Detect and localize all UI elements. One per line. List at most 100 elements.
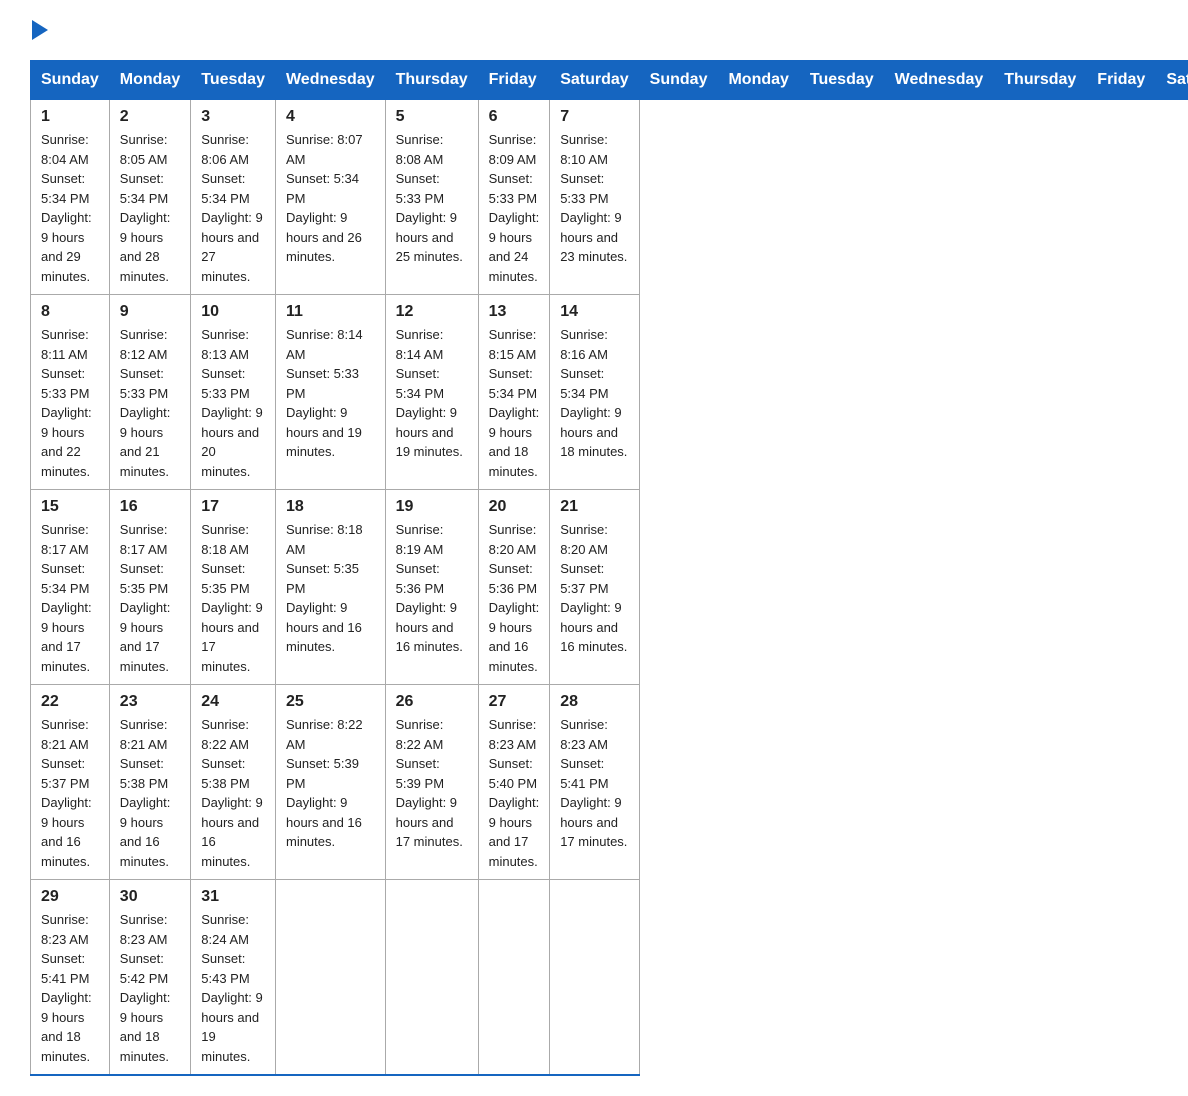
day-info: Sunrise: 8:18 AMSunset: 5:35 PMDaylight:… [201,520,265,676]
header-wednesday: Wednesday [275,61,385,100]
day-info: Sunrise: 8:17 AMSunset: 5:34 PMDaylight:… [41,520,99,676]
day-info: Sunrise: 8:21 AMSunset: 5:37 PMDaylight:… [41,715,99,871]
table-row: 24 Sunrise: 8:22 AMSunset: 5:38 PMDayligh… [191,685,276,880]
table-row: 20Sunrise: 8:20 AMSunset: 5:36 PMDayligh… [478,490,550,685]
calendar-header-row: SundayMondayTuesdayWednesdayThursdayFrid… [31,61,1188,100]
day-number: 6 [489,108,540,126]
table-row: 22 Sunrise: 8:21 AMSunset: 5:37 PMDayligh… [31,685,110,880]
day-number: 5 [396,108,468,126]
day-info: Sunrise: 8:19 AMSunset: 5:36 PMDaylight:… [396,520,468,657]
table-row: 21Sunrise: 8:20 AMSunset: 5:37 PMDayligh… [550,490,639,685]
logo-arrow-icon [32,20,48,40]
header-sunday: Sunday [639,61,718,100]
table-row: 28 Sunrise: 8:23 AMSunset: 5:41 PMDayligh… [550,685,639,880]
table-row: 9 Sunrise: 8:12 AMSunset: 5:33 PMDaylight… [109,295,190,490]
day-number: 12 [396,303,468,321]
day-number: 23 [120,693,180,711]
table-row [478,880,550,1076]
table-row: 11 Sunrise: 8:14 AMSunset: 5:33 PMDayligh… [275,295,385,490]
day-info: Sunrise: 8:23 AMSunset: 5:41 PMDaylight:… [560,715,628,852]
table-row: 13 Sunrise: 8:15 AMSunset: 5:34 PMDayligh… [478,295,550,490]
day-info: Sunrise: 8:18 AMSunset: 5:35 PMDaylight:… [286,520,375,657]
day-number: 24 [201,693,265,711]
day-number: 4 [286,108,375,126]
day-number: 22 [41,693,99,711]
day-number: 19 [396,498,468,516]
day-info: Sunrise: 8:08 AMSunset: 5:33 PMDaylight:… [396,130,468,267]
calendar-table: SundayMondayTuesdayWednesdayThursdayFrid… [30,60,1188,1076]
day-number: 30 [120,888,180,906]
header-thursday: Thursday [994,61,1087,100]
day-info: Sunrise: 8:20 AMSunset: 5:37 PMDaylight:… [560,520,628,657]
header-saturday: Saturday [550,61,639,100]
table-row [385,880,478,1076]
day-info: Sunrise: 8:14 AMSunset: 5:34 PMDaylight:… [396,325,468,462]
day-number: 10 [201,303,265,321]
day-info: Sunrise: 8:22 AMSunset: 5:39 PMDaylight:… [286,715,375,852]
day-info: Sunrise: 8:12 AMSunset: 5:33 PMDaylight:… [120,325,180,481]
day-number: 14 [560,303,628,321]
day-number: 16 [120,498,180,516]
day-info: Sunrise: 8:21 AMSunset: 5:38 PMDaylight:… [120,715,180,871]
day-info: Sunrise: 8:04 AMSunset: 5:34 PMDaylight:… [41,130,99,286]
table-row: 25 Sunrise: 8:22 AMSunset: 5:39 PMDayligh… [275,685,385,880]
week-row-3: 15Sunrise: 8:17 AMSunset: 5:34 PMDayligh… [31,490,1188,685]
day-number: 18 [286,498,375,516]
table-row: 8 Sunrise: 8:11 AMSunset: 5:33 PMDaylight… [31,295,110,490]
day-number: 20 [489,498,540,516]
day-info: Sunrise: 8:07 AMSunset: 5:34 PMDaylight:… [286,130,375,267]
day-info: Sunrise: 8:13 AMSunset: 5:33 PMDaylight:… [201,325,265,481]
week-row-2: 8 Sunrise: 8:11 AMSunset: 5:33 PMDaylight… [31,295,1188,490]
day-info: Sunrise: 8:23 AMSunset: 5:40 PMDaylight:… [489,715,540,871]
table-row: 6 Sunrise: 8:09 AMSunset: 5:33 PMDaylight… [478,100,550,295]
table-row: 26 Sunrise: 8:22 AMSunset: 5:39 PMDayligh… [385,685,478,880]
header-tuesday: Tuesday [799,61,884,100]
day-info: Sunrise: 8:11 AMSunset: 5:33 PMDaylight:… [41,325,99,481]
page-header [30,20,1158,42]
header-friday: Friday [1087,61,1156,100]
day-info: Sunrise: 8:24 AMSunset: 5:43 PMDaylight:… [201,910,265,1066]
day-info: Sunrise: 8:22 AMSunset: 5:38 PMDaylight:… [201,715,265,871]
day-info: Sunrise: 8:17 AMSunset: 5:35 PMDaylight:… [120,520,180,676]
day-info: Sunrise: 8:05 AMSunset: 5:34 PMDaylight:… [120,130,180,286]
table-row: 15Sunrise: 8:17 AMSunset: 5:34 PMDayligh… [31,490,110,685]
week-row-5: 29 Sunrise: 8:23 AMSunset: 5:41 PMDayligh… [31,880,1188,1076]
header-sunday: Sunday [31,61,110,100]
day-number: 7 [560,108,628,126]
table-row: 12 Sunrise: 8:14 AMSunset: 5:34 PMDayligh… [385,295,478,490]
table-row: 31 Sunrise: 8:24 AMSunset: 5:43 PMDayligh… [191,880,276,1076]
header-friday: Friday [478,61,550,100]
table-row: 3Sunrise: 8:06 AMSunset: 5:34 PMDaylight… [191,100,276,295]
day-number: 27 [489,693,540,711]
day-info: Sunrise: 8:09 AMSunset: 5:33 PMDaylight:… [489,130,540,286]
day-number: 3 [201,108,265,126]
table-row [550,880,639,1076]
week-row-1: 1Sunrise: 8:04 AMSunset: 5:34 PMDaylight… [31,100,1188,295]
day-info: Sunrise: 8:14 AMSunset: 5:33 PMDaylight:… [286,325,375,462]
day-number: 29 [41,888,99,906]
day-number: 2 [120,108,180,126]
day-number: 8 [41,303,99,321]
day-info: Sunrise: 8:15 AMSunset: 5:34 PMDaylight:… [489,325,540,481]
header-monday: Monday [718,61,799,100]
table-row: 23 Sunrise: 8:21 AMSunset: 5:38 PMDayligh… [109,685,190,880]
day-number: 13 [489,303,540,321]
day-number: 11 [286,303,375,321]
table-row: 17Sunrise: 8:18 AMSunset: 5:35 PMDayligh… [191,490,276,685]
day-number: 9 [120,303,180,321]
table-row [275,880,385,1076]
day-number: 26 [396,693,468,711]
day-number: 28 [560,693,628,711]
day-info: Sunrise: 8:23 AMSunset: 5:41 PMDaylight:… [41,910,99,1066]
table-row: 30Sunrise: 8:23 AMSunset: 5:42 PMDayligh… [109,880,190,1076]
day-number: 25 [286,693,375,711]
table-row: 4 Sunrise: 8:07 AMSunset: 5:34 PMDaylight… [275,100,385,295]
week-row-4: 22 Sunrise: 8:21 AMSunset: 5:37 PMDayligh… [31,685,1188,880]
day-info: Sunrise: 8:22 AMSunset: 5:39 PMDaylight:… [396,715,468,852]
day-number: 31 [201,888,265,906]
header-wednesday: Wednesday [884,61,994,100]
table-row: 7Sunrise: 8:10 AMSunset: 5:33 PMDaylight… [550,100,639,295]
header-thursday: Thursday [385,61,478,100]
header-tuesday: Tuesday [191,61,276,100]
header-saturday: Saturday [1156,61,1188,100]
